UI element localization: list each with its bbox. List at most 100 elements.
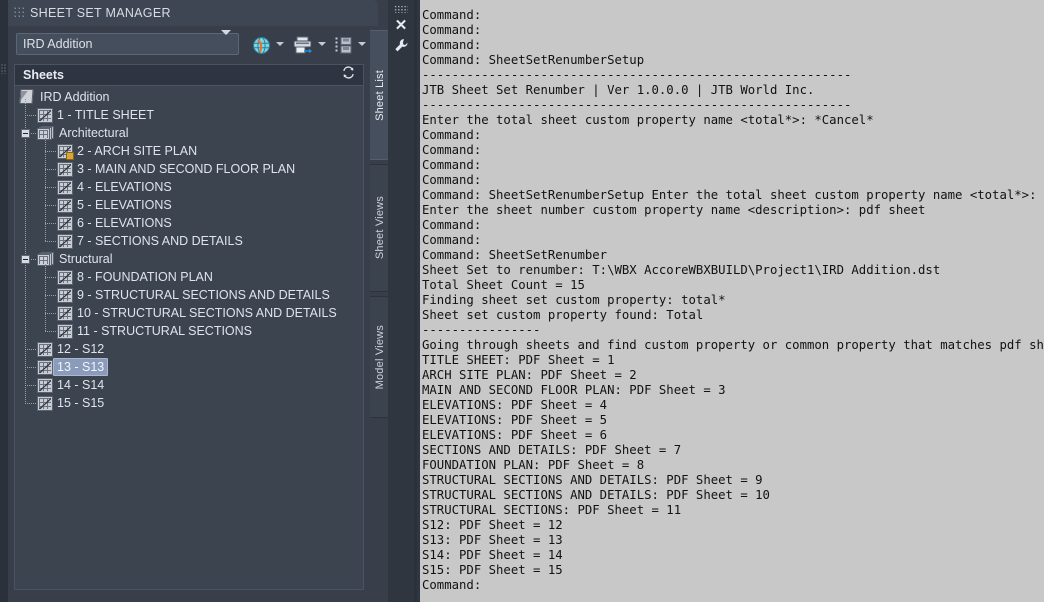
- refresh-icon[interactable]: [342, 66, 355, 84]
- tree-sheet-row[interactable]: 3 - MAIN AND SECOND FLOOR PLAN: [15, 160, 363, 178]
- autocad-screen: SHEET SET MANAGER IRD Addition Sheets IR…: [0, 0, 1044, 602]
- sheet-icon: [57, 323, 73, 339]
- tree-connector-horizontal: [45, 295, 57, 296]
- drag-grip-dots-icon: [1, 64, 7, 74]
- tree-connector-horizontal: [25, 403, 37, 404]
- tree-sheet-row[interactable]: 15 - S15: [15, 394, 363, 412]
- tree-connector-horizontal: [45, 313, 57, 314]
- expander-structural[interactable]: [21, 255, 30, 264]
- tree-connector-horizontal: [45, 331, 57, 332]
- tree-sheet-row[interactable]: 14 - S14: [15, 376, 363, 394]
- chevron-down-icon: [276, 42, 284, 46]
- palette-tab-strip: Sheet List Sheet Views Model Views: [370, 30, 390, 590]
- tree-subset-row[interactable]: Architectural: [15, 124, 363, 142]
- command-line: Command:: [422, 8, 482, 22]
- command-line: FOUNDATION PLAN: PDF Sheet = 8: [422, 458, 645, 472]
- tree-sheet-row[interactable]: 4 - ELEVATIONS: [15, 178, 363, 196]
- sheet-icon: [57, 197, 73, 213]
- plot-dropdown-button[interactable]: [316, 35, 328, 53]
- command-line: Total Sheet Count = 15: [422, 278, 585, 292]
- globe-publish-icon: [253, 36, 270, 54]
- command-line: ELEVATIONS: PDF Sheet = 4: [422, 398, 608, 412]
- tab-model-views[interactable]: Model Views: [370, 296, 390, 418]
- drag-grip-dots-icon: [394, 5, 408, 13]
- tree-connector-horizontal: [25, 115, 37, 116]
- properties-button[interactable]: [392, 36, 410, 54]
- command-line: Command:: [422, 173, 482, 187]
- tree-connector-horizontal: [45, 187, 57, 188]
- command-line: S14: PDF Sheet = 14: [422, 548, 563, 562]
- expander-architectural[interactable]: [21, 129, 30, 138]
- sheet-list-tree[interactable]: IRD Addition 1 - TITLE SHEET Architectural…: [14, 86, 364, 590]
- tree-item-label: 8 - FOUNDATION PLAN: [77, 270, 213, 284]
- sheet-icon: [37, 359, 53, 375]
- palette-icon-rail: ✕: [388, 0, 414, 602]
- plot-button[interactable]: [292, 35, 313, 55]
- command-line: ----------------: [422, 323, 541, 337]
- tab-sheet-list-label: Sheet List: [373, 69, 386, 121]
- tree-sheet-row[interactable]: 12 - S12: [15, 340, 363, 358]
- sheet-set-select[interactable]: IRD Addition: [16, 30, 239, 55]
- command-history-window[interactable]: Command: Command: Command: Command: SheetSe…: [417, 0, 1044, 602]
- tree-connector-horizontal: [45, 169, 57, 170]
- chevron-down-icon: [318, 42, 326, 46]
- tree-sheet-row[interactable]: 11 - STRUCTURAL SECTIONS: [15, 322, 363, 340]
- palette-toolbar: IRD Addition: [8, 30, 370, 60]
- tab-sheet-list[interactable]: Sheet List: [370, 30, 390, 160]
- tree-item-label: 14 - S14: [57, 378, 105, 392]
- command-line: Command:: [422, 233, 482, 247]
- command-line: Finding sheet set custom property: total…: [422, 293, 726, 307]
- command-line: S13: PDF Sheet = 13: [422, 533, 563, 547]
- tree-sheetset-row[interactable]: IRD Addition: [15, 88, 363, 106]
- etransmit-dropdown-button[interactable]: [356, 35, 368, 53]
- command-line: Command:: [422, 128, 482, 142]
- sheet-icon: [37, 377, 53, 393]
- palette-left-grip[interactable]: [0, 0, 8, 602]
- tree-connector-horizontal: [25, 367, 37, 368]
- publish-button[interactable]: [252, 35, 271, 55]
- sheet-locked-icon: [57, 143, 74, 160]
- command-line: Command:: [422, 218, 482, 232]
- command-line: Command:: [422, 38, 482, 52]
- command-line: ----------------------------------------…: [422, 68, 852, 82]
- sheet-icon: [37, 341, 53, 357]
- tab-sheet-views-label: Sheet Views: [373, 196, 386, 260]
- command-line: Command: SheetSetRenumberSetup Enter the…: [422, 188, 1037, 202]
- command-line: ----------------------------------------…: [422, 98, 852, 112]
- tree-item-label: 12 - S12: [57, 342, 105, 356]
- command-line: ELEVATIONS: PDF Sheet = 5: [422, 413, 608, 427]
- command-line: ARCH SITE PLAN: PDF Sheet = 2: [422, 368, 637, 382]
- etransmit-button[interactable]: [334, 35, 353, 55]
- chevron-down-icon[interactable]: [221, 30, 231, 53]
- tree-sheet-row[interactable]: 10 - STRUCTURAL SECTIONS AND DETAILS: [15, 304, 363, 322]
- publish-dropdown-button[interactable]: [274, 35, 286, 53]
- tree-sheet-row[interactable]: 8 - FOUNDATION PLAN: [15, 268, 363, 286]
- close-button[interactable]: ✕: [392, 16, 410, 34]
- command-line: Command: SheetSetRenumberSetup: [422, 53, 645, 67]
- command-history-text: Command: Command: Command: Command: SheetSe…: [420, 8, 1044, 602]
- tree-sheet-row[interactable]: 2 - ARCH SITE PLAN: [15, 142, 363, 160]
- command-line: Enter the total sheet custom property na…: [422, 113, 874, 127]
- sheet-icon: [57, 161, 73, 177]
- tree-item-label: 3 - MAIN AND SECOND FLOOR PLAN: [77, 162, 296, 176]
- tree-connector-horizontal: [25, 349, 37, 350]
- tree-item-label: 1 - TITLE SHEET: [57, 108, 155, 122]
- command-line: Going through sheets and find custom pro…: [422, 338, 1044, 352]
- tree-item-label: 7 - SECTIONS AND DETAILS: [77, 234, 243, 248]
- tree-item-label: Structural: [59, 252, 113, 266]
- tree-sheet-row[interactable]: 9 - STRUCTURAL SECTIONS AND DETAILS: [15, 286, 363, 304]
- tree-sheet-row[interactable]: 6 - ELEVATIONS: [15, 214, 363, 232]
- tree-item-label: 10 - STRUCTURAL SECTIONS AND DETAILS: [77, 306, 337, 320]
- tree-sheet-row[interactable]: 7 - SECTIONS AND DETAILS: [15, 232, 363, 250]
- chevron-down-icon: [358, 42, 366, 46]
- tree-sheet-row[interactable]: 5 - ELEVATIONS: [15, 196, 363, 214]
- tree-sheet-row[interactable]: 1 - TITLE SHEET: [15, 106, 363, 124]
- palette-titlebar[interactable]: SHEET SET MANAGER: [8, 0, 378, 26]
- tab-sheet-views[interactable]: Sheet Views: [370, 164, 390, 292]
- sheet-icon: [57, 287, 73, 303]
- tree-sheet-row[interactable]: 13 - S13: [15, 358, 363, 376]
- tree-connector-horizontal: [45, 205, 57, 206]
- tree-subset-row[interactable]: Structural: [15, 250, 363, 268]
- command-line: STRUCTURAL SECTIONS AND DETAILS: PDF She…: [422, 473, 763, 487]
- tree-trunk-architectural: [45, 138, 46, 241]
